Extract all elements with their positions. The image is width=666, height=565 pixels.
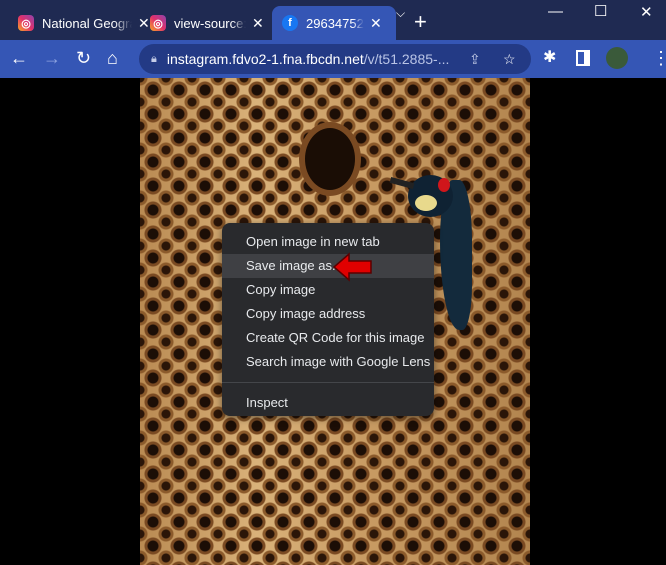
menu-copy-image-address[interactable]: Copy image address [222,302,434,326]
share-icon[interactable]: ⇪ [469,51,481,68]
address-bar[interactable]: 🔒︎ instagram.fdvo2-1.fna.fbcdn.net/v/t51… [139,44,531,74]
menu-inspect[interactable]: Inspect [222,391,434,415]
menu-icon[interactable]: ⋮ [652,48,666,68]
context-menu: Open image in new tab Save image as... C… [222,223,434,416]
instagram-icon: ◎ [18,15,34,31]
tab-active-image[interactable]: f296347524_✕ [272,6,396,40]
red-arrow-icon [333,252,372,282]
extensions-icon[interactable]: ✱ [543,48,556,68]
profile-avatar[interactable] [606,47,628,69]
close-window-button[interactable]: ✕ [640,3,653,21]
new-tab-button[interactable]: + [414,9,427,35]
close-tab-icon[interactable]: ✕ [370,15,382,32]
close-tab-icon[interactable]: ✕ [252,15,264,32]
bird-red-cap [438,178,450,192]
menu-save-image-as[interactable]: Save image as... [222,254,434,278]
menu-copy-image[interactable]: Copy image [222,278,434,302]
menu-create-qr-code[interactable]: Create QR Code for this image [222,326,434,350]
back-button[interactable]: ← [10,48,28,68]
facebook-icon: f [282,15,298,31]
reload-button[interactable]: ↻ [76,48,91,68]
tab-strip: ◎National Geographic✕ ◎view-source:✕ f29… [0,0,666,40]
forward-button[interactable]: → [43,48,61,68]
tab-search-icon[interactable]: ⌵ [396,6,405,21]
minimize-button[interactable]: — [548,3,563,20]
side-panel-icon[interactable] [576,50,590,66]
menu-divider [222,382,434,383]
instagram-icon: ◎ [150,15,166,31]
bookmark-star-icon[interactable]: ☆ [503,51,516,68]
lock-icon: 🔒︎ [151,52,157,65]
toolbar: ← → ↻ ⌂ 🔒︎ instagram.fdvo2-1.fna.fbcdn.n… [0,40,666,78]
bird-cheek [415,195,437,211]
home-button[interactable]: ⌂ [107,48,118,68]
tab-national-geographic[interactable]: ◎National Geographic✕ [8,6,160,40]
tab-view-source[interactable]: ◎ view-source: ✕ [140,6,274,40]
menu-open-image-new-tab[interactable]: Open image in new tab [222,230,434,254]
menu-search-google-lens[interactable]: Search image with Google Lens [222,350,434,374]
tree-hole [305,128,355,190]
maximize-button[interactable]: ☐ [594,2,607,20]
